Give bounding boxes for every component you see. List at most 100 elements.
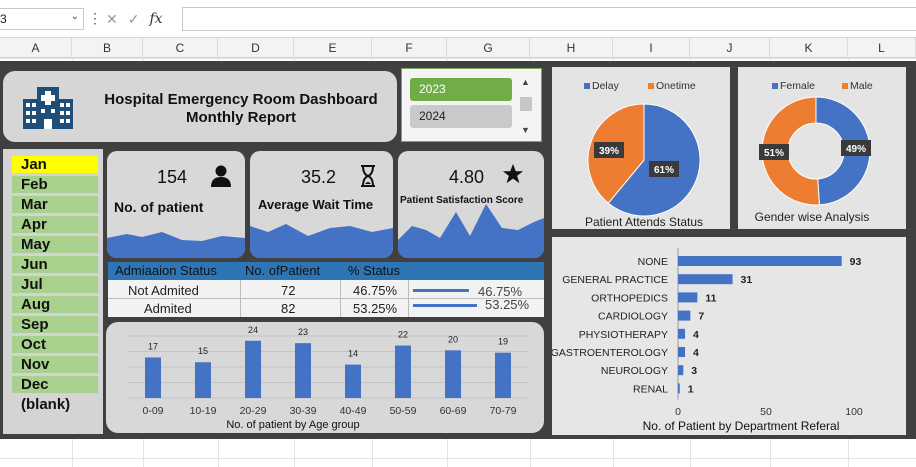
table-header-status: Admiaaion Status	[115, 263, 217, 278]
table-cell-status: Not Admited	[128, 283, 199, 298]
age-tick-label: 40-49	[340, 405, 367, 417]
gender-donut-data-label: 51%	[764, 148, 784, 159]
table-cell-pct: 46.75%	[353, 283, 398, 298]
dept-category-label: PHYSIOTHERAPY	[579, 329, 668, 341]
month-slicer-item[interactable]: May	[12, 236, 98, 253]
formula-bar: 3 ⌄ ⋮ ✕ ✓ fx	[0, 0, 916, 38]
data-bar	[413, 289, 470, 292]
table-header-count: No. ofPatient	[245, 263, 321, 278]
table-cell-pct: 53.25%	[353, 301, 398, 316]
age-bar	[345, 364, 361, 398]
kpi-card-patients: 154 No. of patient	[107, 151, 245, 258]
attends-pie-data-label: 39%	[599, 146, 619, 157]
column-headers: ABCDEFGHIJKL	[0, 38, 916, 58]
kpi-sparkline	[250, 224, 393, 258]
kpi-value-satisfaction: 4.80	[449, 167, 485, 187]
chevron-down-icon[interactable]: ⌄	[71, 11, 79, 22]
column-header[interactable]: D	[218, 38, 294, 58]
month-slicer-item[interactable]: Jan	[12, 156, 98, 173]
title-line-1: Hospital Emergency Room Dashboard	[104, 91, 378, 108]
dept-bar	[678, 274, 733, 285]
age-bar	[295, 343, 311, 398]
formula-input[interactable]	[182, 7, 916, 31]
table-cell-count: 82	[281, 301, 296, 316]
month-slicer-item[interactable]: Mar	[12, 196, 98, 213]
column-header[interactable]: G	[447, 38, 530, 58]
cancel-icon[interactable]: ✕	[106, 11, 118, 28]
age-data-label: 24	[248, 325, 258, 335]
year-slicer-item-2024[interactable]: 2024	[410, 105, 512, 128]
age-tick-label: 30-39	[290, 405, 317, 417]
age-data-label: 19	[498, 337, 508, 347]
column-header[interactable]: J	[690, 38, 770, 58]
age-tick-label: 70-79	[490, 405, 517, 417]
age-tick-label: 10-19	[190, 405, 217, 417]
column-header[interactable]: B	[72, 38, 143, 58]
attends-pie-title: Patient Attends Status	[585, 215, 703, 229]
dept-data-label: 4	[693, 329, 699, 341]
age-data-label: 22	[398, 330, 408, 340]
age-data-label: 17	[148, 341, 158, 351]
age-data-label: 14	[348, 349, 358, 359]
column-header[interactable]: K	[770, 38, 848, 58]
age-data-label: 20	[448, 334, 458, 344]
insert-function-icon[interactable]: fx	[149, 11, 162, 27]
legend-swatch	[842, 83, 848, 89]
dept-category-label: CARDIOLOGY	[598, 311, 668, 323]
table-cell-count: 72	[281, 283, 296, 298]
year-slicer-scrollbar[interactable]: ▲ ▼	[518, 77, 534, 135]
column-header[interactable]: F	[372, 38, 447, 58]
month-slicer-item[interactable]: Sep	[12, 316, 98, 333]
month-slicer-item[interactable]: (blank)	[12, 396, 98, 413]
month-slicer-item[interactable]: Jun	[12, 256, 98, 273]
name-box[interactable]: 3 ⌄	[0, 8, 84, 30]
month-slicer-item[interactable]: Nov	[12, 356, 98, 373]
month-slicer-item[interactable]: Feb	[12, 176, 98, 193]
dept-bar	[678, 256, 842, 266]
dept-data-label: 1	[688, 383, 694, 395]
column-header[interactable]: L	[848, 38, 916, 58]
title-card: Hospital Emergency Room Dashboard Monthl…	[3, 71, 397, 142]
formula-actions: ✕ ✓ fx	[100, 8, 178, 30]
column-header[interactable]: E	[294, 38, 372, 58]
legend-swatch	[648, 83, 654, 89]
year-slicer-item-2023[interactable]: 2023	[410, 78, 512, 101]
dept-data-label: 31	[741, 274, 753, 286]
data-bar	[413, 304, 477, 307]
age-tick-label: 50-59	[390, 405, 417, 417]
dept-chart-title: No. of Patient by Department Referal	[643, 419, 840, 433]
age-bar	[245, 340, 261, 398]
dept-bar	[678, 292, 698, 303]
kpi-label-wait-time: Average Wait Time	[258, 197, 374, 212]
column-header[interactable]: A	[0, 38, 72, 58]
age-bar	[195, 362, 211, 398]
legend-label: Onetime	[656, 80, 696, 92]
scroll-up-icon[interactable]: ▲	[521, 77, 530, 87]
column-header[interactable]: I	[613, 38, 690, 58]
month-slicer-item[interactable]: Oct	[12, 336, 98, 353]
dashboard-background: Hospital Emergency Room Dashboard Monthl…	[0, 61, 916, 439]
kpi-card-wait-time: 35.2 Average Wait Time	[250, 151, 393, 258]
confirm-icon[interactable]: ✓	[128, 11, 140, 28]
scroll-down-icon[interactable]: ▼	[521, 125, 530, 135]
month-slicer-item[interactable]: Apr	[12, 216, 98, 233]
column-divider	[408, 280, 409, 317]
legend-label: Female	[780, 80, 815, 92]
dept-category-label: NONE	[638, 256, 668, 268]
dept-category-label: NEUROLOGY	[601, 365, 668, 377]
name-box-value: 3	[0, 12, 7, 26]
month-slicer-item[interactable]: Dec	[12, 376, 98, 393]
column-header[interactable]: H	[530, 38, 613, 58]
dept-tick-label: 50	[760, 406, 772, 418]
dept-data-label: 3	[691, 365, 697, 377]
hospital-icon	[23, 87, 73, 129]
column-header[interactable]: C	[143, 38, 218, 58]
age-group-chart: 17 0-09 15 10-19 24 20-29 23 30-39 14 40-49 22 50-5…	[128, 325, 528, 431]
department-chart-card: NONE 93 GENERAL PRACTICE 31 ORTHOPEDICS 11 CAR…	[551, 237, 906, 435]
dept-bar	[678, 383, 680, 394]
month-slicer-item[interactable]: Aug	[12, 296, 98, 313]
column-divider	[240, 280, 241, 317]
month-slicer-item[interactable]: Jul	[12, 276, 98, 293]
scroll-thumb[interactable]	[520, 97, 532, 111]
dept-category-label: GENERAL PRACTICE	[562, 274, 668, 286]
